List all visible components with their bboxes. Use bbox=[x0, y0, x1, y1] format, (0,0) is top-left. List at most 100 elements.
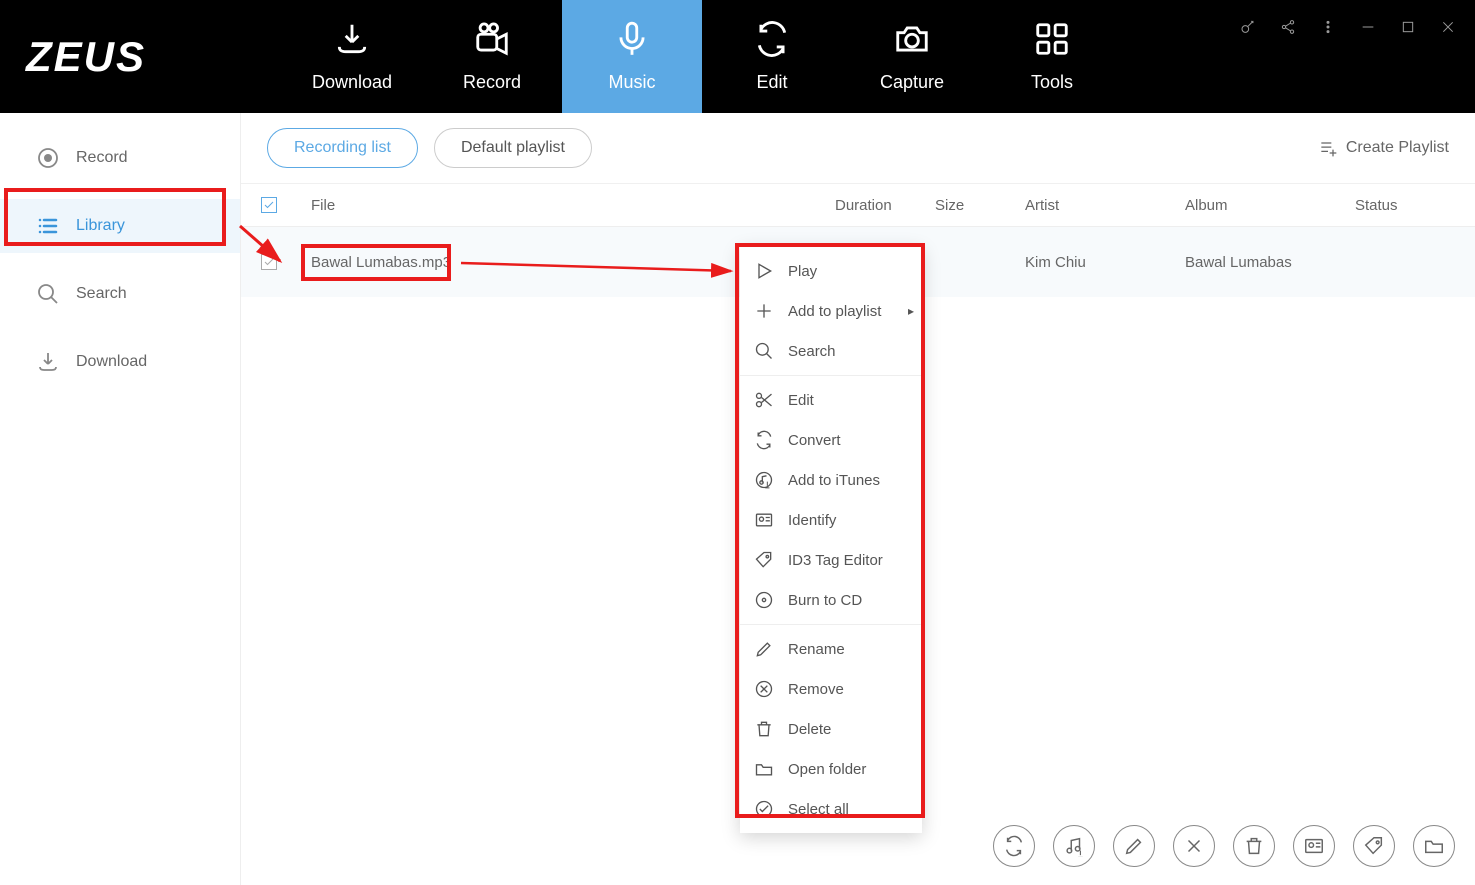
bottom-itunes-button[interactable] bbox=[1053, 825, 1095, 867]
pencil-icon bbox=[754, 639, 774, 659]
trash-icon bbox=[1243, 835, 1265, 857]
tab-recording-list[interactable]: Recording list bbox=[267, 128, 418, 168]
sidebar: Record Library Search Download bbox=[0, 113, 241, 885]
ctx-delete[interactable]: Delete bbox=[740, 709, 922, 749]
col-duration[interactable]: Duration bbox=[835, 197, 935, 214]
bottom-convert-button[interactable] bbox=[993, 825, 1035, 867]
music-note-add-icon bbox=[1063, 835, 1085, 857]
app-logo: ZEUS bbox=[0, 0, 172, 113]
folder-icon bbox=[754, 759, 774, 779]
main-content: Recording list Default playlist Create P… bbox=[241, 113, 1475, 885]
nav-record-label: Record bbox=[463, 72, 521, 93]
ctx-convert[interactable]: Convert bbox=[740, 420, 922, 460]
col-artist[interactable]: Artist bbox=[1025, 197, 1185, 214]
sidebar-item-search[interactable]: Search bbox=[0, 267, 240, 321]
sidebar-item-record[interactable]: Record bbox=[0, 131, 240, 185]
sync-icon bbox=[753, 20, 791, 58]
key-icon[interactable] bbox=[1239, 18, 1257, 36]
sidebar-item-library[interactable]: Library bbox=[0, 199, 240, 253]
select-all-checkbox[interactable] bbox=[241, 197, 296, 213]
nav-music[interactable]: Music bbox=[562, 0, 702, 113]
ctx-identify[interactable]: Identify bbox=[740, 500, 922, 540]
id-card-icon bbox=[754, 510, 774, 530]
ctx-rename[interactable]: Rename bbox=[740, 629, 922, 669]
music-note-add-icon bbox=[754, 470, 774, 490]
scissors-icon bbox=[754, 390, 774, 410]
ctx-burn[interactable]: Burn to CD bbox=[740, 580, 922, 620]
chevron-right-icon: ▸ bbox=[908, 304, 914, 318]
bottom-edit-button[interactable] bbox=[1113, 825, 1155, 867]
col-size[interactable]: Size bbox=[935, 197, 1025, 214]
bottom-tag-button[interactable] bbox=[1353, 825, 1395, 867]
ctx-remove[interactable]: Remove bbox=[740, 669, 922, 709]
app-body: Record Library Search Download Recording… bbox=[0, 113, 1475, 885]
row-checkbox[interactable] bbox=[241, 254, 296, 270]
nav-edit[interactable]: Edit bbox=[702, 0, 842, 113]
nav-tools-label: Tools bbox=[1031, 72, 1073, 93]
download-icon bbox=[333, 20, 371, 58]
create-playlist-button[interactable]: Create Playlist bbox=[1318, 138, 1449, 158]
microphone-icon bbox=[613, 20, 651, 58]
context-menu: Play Add to playlist▸ Search Edit Conver… bbox=[740, 247, 922, 833]
window-controls bbox=[1239, 18, 1457, 36]
ctx-select-all[interactable]: Select all bbox=[740, 789, 922, 829]
play-icon bbox=[754, 261, 774, 281]
library-toolbar: Recording list Default playlist Create P… bbox=[241, 113, 1475, 184]
camera-icon bbox=[893, 20, 931, 58]
col-status[interactable]: Status bbox=[1355, 197, 1475, 214]
download-small-icon bbox=[36, 350, 60, 374]
bottom-delete-button[interactable] bbox=[1233, 825, 1275, 867]
disc-icon bbox=[754, 590, 774, 610]
minimize-button[interactable] bbox=[1359, 18, 1377, 36]
search-icon bbox=[36, 282, 60, 306]
tag-icon bbox=[754, 550, 774, 570]
nav-download[interactable]: Download bbox=[282, 0, 422, 113]
col-file[interactable]: File bbox=[296, 197, 835, 214]
sidebar-library-label: Library bbox=[76, 217, 125, 235]
nav-capture-label: Capture bbox=[880, 72, 944, 93]
ctx-add-to-itunes[interactable]: Add to iTunes bbox=[740, 460, 922, 500]
col-album[interactable]: Album bbox=[1185, 197, 1355, 214]
nav-music-label: Music bbox=[609, 72, 656, 93]
grid-icon bbox=[1033, 20, 1071, 58]
playlist-add-icon bbox=[1318, 138, 1338, 158]
more-icon[interactable] bbox=[1319, 18, 1337, 36]
maximize-button[interactable] bbox=[1399, 18, 1417, 36]
check-circle-icon bbox=[754, 799, 774, 819]
plus-icon bbox=[754, 301, 774, 321]
create-playlist-label: Create Playlist bbox=[1346, 139, 1449, 157]
ctx-add-to-playlist[interactable]: Add to playlist▸ bbox=[740, 291, 922, 331]
ctx-search[interactable]: Search bbox=[740, 331, 922, 371]
ctx-id3[interactable]: ID3 Tag Editor bbox=[740, 540, 922, 580]
search-icon bbox=[754, 341, 774, 361]
camcorder-icon bbox=[473, 20, 511, 58]
ctx-edit[interactable]: Edit bbox=[740, 380, 922, 420]
nav-tools[interactable]: Tools bbox=[982, 0, 1122, 113]
nav-edit-label: Edit bbox=[757, 72, 788, 93]
nav-record[interactable]: Record bbox=[422, 0, 562, 113]
pencil-icon bbox=[1123, 835, 1145, 857]
share-icon[interactable] bbox=[1279, 18, 1297, 36]
ctx-play[interactable]: Play bbox=[740, 251, 922, 291]
sidebar-record-label: Record bbox=[76, 149, 128, 167]
x-icon bbox=[1183, 835, 1205, 857]
tab-default-playlist[interactable]: Default playlist bbox=[434, 128, 592, 168]
cell-album: Bawal Lumabas bbox=[1185, 254, 1355, 271]
bottom-folder-button[interactable] bbox=[1413, 825, 1455, 867]
nav-capture[interactable]: Capture bbox=[842, 0, 982, 113]
trash-icon bbox=[754, 719, 774, 739]
bottom-identify-button[interactable] bbox=[1293, 825, 1335, 867]
bottom-remove-button[interactable] bbox=[1173, 825, 1215, 867]
close-button[interactable] bbox=[1439, 18, 1457, 36]
refresh-icon bbox=[1003, 835, 1025, 857]
nav-download-label: Download bbox=[312, 72, 392, 93]
remove-icon bbox=[754, 679, 774, 699]
folder-icon bbox=[1423, 835, 1445, 857]
bottom-action-bar bbox=[993, 825, 1455, 867]
ctx-open-folder[interactable]: Open folder bbox=[740, 749, 922, 789]
table-header: File Duration Size Artist Album Status bbox=[241, 184, 1475, 227]
record-circle-icon bbox=[36, 146, 60, 170]
id-card-icon bbox=[1303, 835, 1325, 857]
sidebar-item-download[interactable]: Download bbox=[0, 335, 240, 389]
app-header: ZEUS Download Record Music Edit Capture … bbox=[0, 0, 1475, 113]
